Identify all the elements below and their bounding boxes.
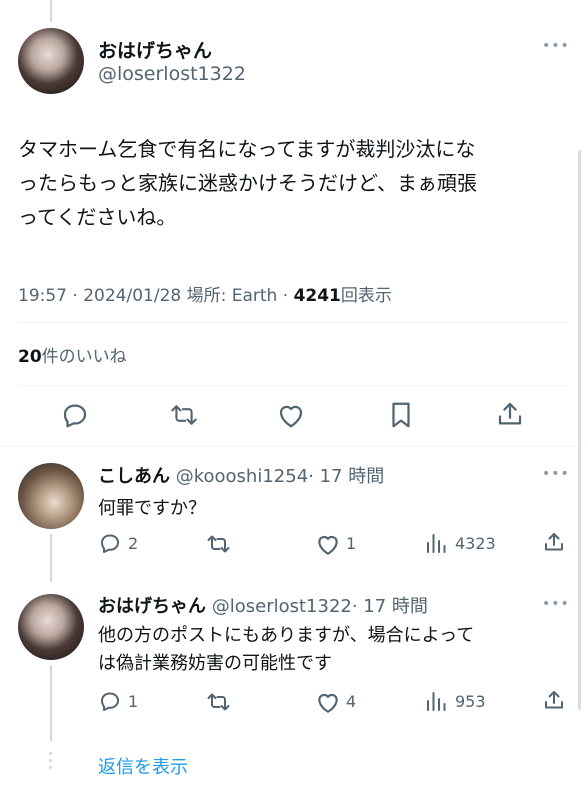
divider <box>18 385 568 386</box>
share-icon[interactable] <box>495 399 525 429</box>
more-icon[interactable]: ••• <box>542 466 570 482</box>
avatar[interactable] <box>18 594 84 660</box>
more-icon[interactable]: ••• <box>542 38 570 54</box>
reply-icon[interactable] <box>60 400 90 430</box>
reply-time[interactable]: · 17 時間 <box>352 596 428 617</box>
thread-connector <box>50 665 52 741</box>
reply-count: 1 <box>128 692 139 711</box>
thread-connector <box>50 534 52 582</box>
post-body-line: ったらもっと家族に迷惑かけそうだけど、まぁ頑張 <box>18 171 477 195</box>
more-icon[interactable]: ••• <box>542 596 570 612</box>
author-display-name[interactable]: おはげちゃん <box>98 36 212 63</box>
post-body: タマホーム乞食で有名になってますが裁判沙汰にな ったらもっと家族に迷惑かけそうだ… <box>18 132 574 234</box>
thread-connector-top <box>50 0 52 22</box>
retweet-icon[interactable] <box>205 690 232 714</box>
like-count: 4 <box>346 692 357 711</box>
post-body-line: ってくださいね。 <box>18 205 177 229</box>
meta-sep: · <box>72 286 78 306</box>
views-icon[interactable] <box>425 532 447 554</box>
reply-header: おはげちゃん @loserlost1322· 17 時間 <box>98 592 428 618</box>
scrollbar[interactable] <box>578 150 581 710</box>
reply-handle[interactable]: @koooshi1254 <box>176 466 308 487</box>
reply-time[interactable]: · 17 時間 <box>308 466 384 487</box>
post-date[interactable]: 2024/01/28 <box>83 286 181 306</box>
like-icon[interactable] <box>315 690 341 714</box>
reply-display-name[interactable]: おはげちゃん <box>98 596 206 617</box>
post-meta: 19:57 · 2024/01/28 場所: Earth · 4241回表示 <box>18 281 392 306</box>
avatar[interactable] <box>18 463 84 529</box>
share-icon[interactable] <box>542 688 566 712</box>
retweet-icon[interactable] <box>205 532 232 556</box>
retweet-icon[interactable] <box>168 401 200 429</box>
bookmark-icon[interactable] <box>388 400 414 430</box>
views-icon[interactable] <box>425 690 447 712</box>
views-count: 4323 <box>455 534 496 553</box>
meta-sep: · <box>282 286 289 306</box>
post-location: 場所: Earth <box>186 286 278 306</box>
likes-count: 20 <box>18 347 42 367</box>
reply-header: こしあん @koooshi1254· 17 時間 <box>98 462 384 488</box>
reply-text-line: 他の方のポストにもありますが、場合によって <box>98 625 475 646</box>
post-body-line: タマホーム乞食で有名になってますが裁判沙汰にな <box>18 137 476 161</box>
like-icon[interactable] <box>276 401 306 429</box>
views-label: 回表示 <box>340 286 392 306</box>
likes-summary[interactable]: 20件のいいね <box>18 342 127 367</box>
author-handle[interactable]: @loserlost1322 <box>98 63 246 85</box>
avatar[interactable] <box>18 28 84 94</box>
likes-label: 件のいいね <box>41 347 127 367</box>
thread-dots <box>46 752 54 769</box>
reply-icon[interactable] <box>98 689 122 713</box>
divider <box>18 322 568 323</box>
reply-count: 2 <box>128 534 139 553</box>
post-time[interactable]: 19:57 <box>18 286 67 306</box>
show-replies-link[interactable]: 返信を表示 <box>98 753 188 779</box>
share-icon[interactable] <box>542 530 566 554</box>
reply-text: 他の方のポストにもありますが、場合によって は偽計業務妨害の可能性です <box>98 622 474 678</box>
reply-handle[interactable]: @loserlost1322 <box>212 596 352 617</box>
divider <box>0 446 586 447</box>
like-icon[interactable] <box>315 532 341 556</box>
reply-display-name[interactable]: こしあん <box>98 466 170 487</box>
reply-icon[interactable] <box>98 531 122 555</box>
reply-text-line: は偽計業務妨害の可能性です <box>98 653 332 674</box>
views-count: 953 <box>455 692 486 711</box>
reply-text: 何罪ですか？ <box>98 498 206 519</box>
like-count: 1 <box>346 534 357 553</box>
views-count: 4241 <box>293 286 341 306</box>
